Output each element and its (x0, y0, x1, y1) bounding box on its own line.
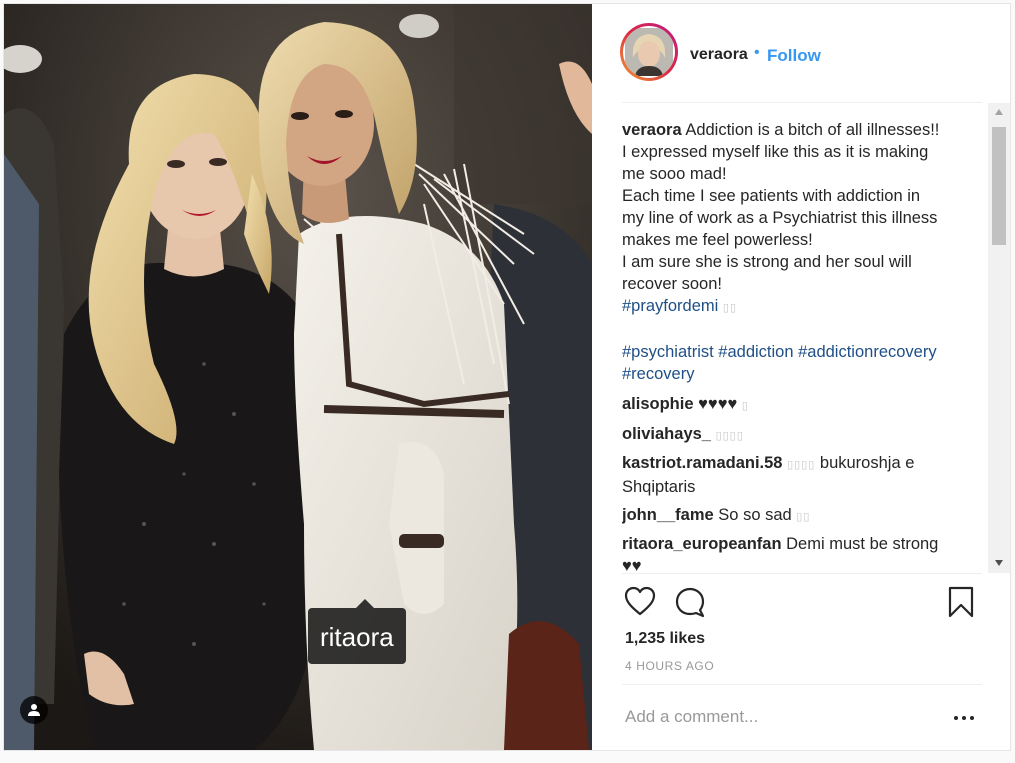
caption-line: recover soon! (622, 275, 722, 293)
heart-icon (624, 586, 656, 616)
emoji-placeholder: ▯ (741, 400, 749, 412)
comment-item: ritaora_europeanfan Demi must be strong … (622, 533, 962, 573)
comment-username[interactable]: oliviahays_ (622, 425, 711, 443)
divider (622, 573, 982, 574)
user-tags-button[interactable] (20, 696, 48, 724)
caption-line: makes me feel powerless! (622, 231, 813, 249)
comment-input[interactable] (625, 704, 935, 730)
hashtag-link[interactable]: #psychiatrist #addiction #addictionrecov… (622, 343, 937, 361)
caption-line: me sooo mad! (622, 165, 727, 183)
photo-user-tag[interactable]: ritaora (308, 599, 406, 664)
post-timestamp[interactable]: 4 HOURS AGO (625, 659, 714, 673)
comment-username[interactable]: john__fame (622, 506, 714, 524)
likes-count[interactable]: 1,235 likes (625, 630, 705, 648)
comment-username[interactable]: ritaora_europeanfan (622, 535, 782, 553)
post-card: ritaora veraora • Follow veraora Addicti… (3, 3, 1011, 751)
more-options-button[interactable] (952, 707, 976, 727)
follow-button[interactable]: Follow (767, 46, 821, 66)
comment-text: ♥♥♥♥ (698, 395, 738, 413)
comment-text: bukuroshja e (819, 454, 915, 472)
scroll-up-arrow-icon[interactable] (995, 109, 1003, 115)
divider (622, 684, 982, 685)
caption-line: Each time I see patients with addiction … (622, 187, 921, 205)
comment-text: ♥♥ (622, 557, 642, 573)
avatar[interactable] (620, 23, 678, 81)
comments-list[interactable]: veraora Addiction is a bitch of all illn… (622, 103, 1002, 573)
comment-text: Shqiptaris (622, 478, 696, 496)
like-button[interactable] (624, 586, 656, 621)
post-header: veraora • Follow (592, 4, 1010, 102)
speech-bubble-icon (675, 587, 705, 618)
comment-item: kastriot.ramadani.58 ▯▯▯▯ bukuroshja e S… (622, 452, 962, 498)
comment-username[interactable]: alisophie (622, 395, 694, 413)
comment-text: Demi must be strong (786, 535, 939, 553)
photo-illustration (4, 4, 592, 750)
comment-item: alisophie ♥♥♥♥ ▯ (622, 393, 962, 417)
emoji-placeholder: ▯▯▯▯ (715, 430, 744, 442)
caption-line: I am sure she is strong and her soul wil… (622, 253, 912, 271)
caption-line: my line of work as a Psychiatrist this i… (622, 209, 938, 227)
avatar-image (623, 26, 675, 78)
scrollbar-thumb[interactable] (992, 127, 1006, 245)
ellipsis-dot (962, 716, 966, 720)
comment-button[interactable] (674, 586, 706, 623)
emoji-placeholder: ▯▯ (722, 302, 737, 314)
comment-text: So so sad (718, 506, 792, 524)
post-photo[interactable]: ritaora (4, 4, 592, 750)
ellipsis-dot (970, 716, 974, 720)
ellipsis-icon (954, 716, 958, 720)
hashtag-link[interactable]: #prayfordemi (622, 297, 718, 315)
caption-line: Addiction is a bitch of all illnesses!! (685, 121, 940, 139)
save-button[interactable] (948, 586, 974, 623)
emoji-placeholder: ▯▯ (796, 511, 811, 523)
post-username[interactable]: veraora (690, 46, 748, 64)
emoji-placeholder: ▯▯▯▯ (787, 459, 816, 471)
person-icon (28, 704, 40, 716)
bookmark-icon (948, 586, 974, 618)
comment-username[interactable]: kastriot.ramadani.58 (622, 454, 783, 472)
comment-item: john__fame So so sad ▯▯ (622, 504, 962, 528)
post-actions (622, 582, 982, 626)
scroll-down-arrow-icon[interactable] (995, 560, 1003, 566)
caption-username[interactable]: veraora (622, 121, 682, 139)
hashtag-link[interactable]: #recovery (622, 365, 694, 383)
follow-separator: • (754, 44, 760, 61)
post-side-pane: veraora • Follow veraora Addiction is a … (592, 4, 1010, 750)
comments-scrollbar[interactable] (988, 103, 1010, 573)
caption-line: I expressed myself like this as it is ma… (622, 143, 929, 161)
comment-item: oliviahays_ ▯▯▯▯ (622, 423, 962, 447)
post-caption: veraora Addiction is a bitch of all illn… (622, 119, 962, 385)
